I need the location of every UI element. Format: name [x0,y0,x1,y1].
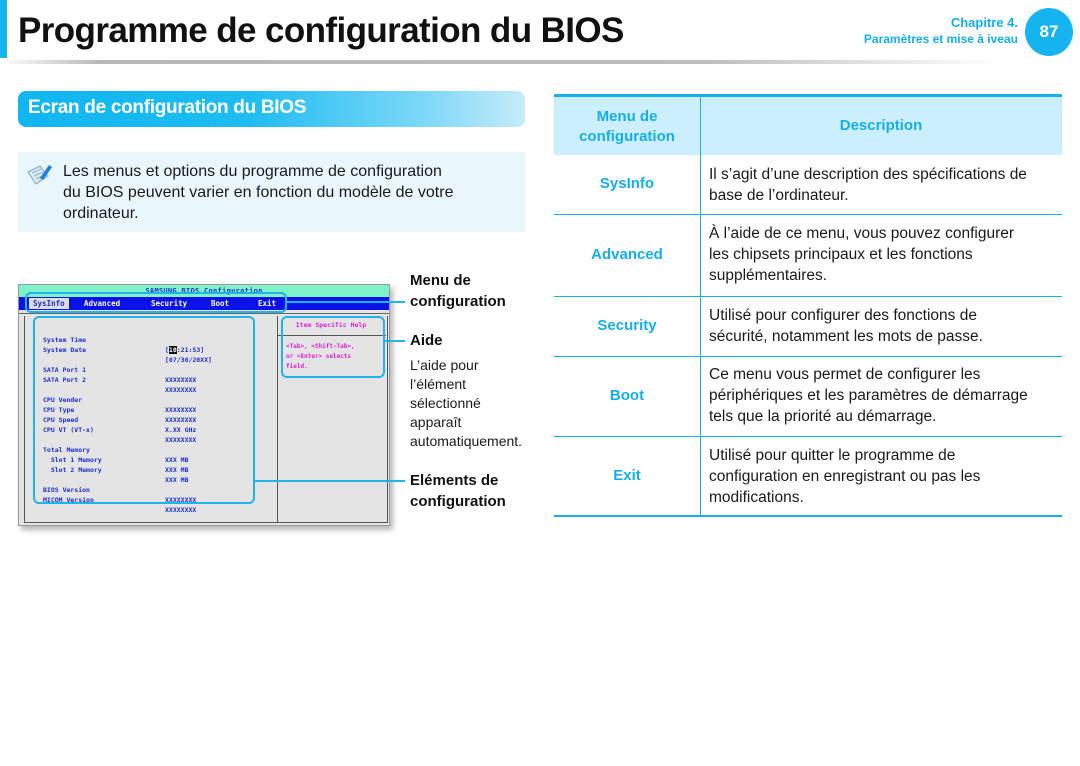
callout-help-description: L’aide pour l’élément sélectionné appara… [410,356,522,451]
note-pencil-icon [27,165,52,185]
table-header-menu-line: configuration [579,128,675,145]
callout-label-items: Eléments de configuration [410,470,506,512]
bios-item-value: XXXXXXXX [165,506,197,514]
callout-box-help [281,316,385,378]
table-cell-description: Ce menu vous permet de configurer les pé… [709,364,1059,427]
description-line: Ce menu vous permet de configurer les [709,366,981,383]
description-line: Utilisé pour quitter le programme de [709,447,956,464]
callout-line-menu [287,301,405,303]
callout-box-menu [25,292,287,313]
table-cell-menu: Exit [613,467,641,484]
description-line: Il s’agit d’une description des spécific… [709,166,1027,183]
note-line: du BIOS peuvent varier en fonction du mo… [63,184,454,201]
section-heading-text: Ecran de configuration du BIOS [28,97,307,118]
note-text: Les menus et options du programme de con… [63,161,513,224]
callout-label-menu-line: Menu de [410,272,471,289]
callout-label-help: Aide [410,332,443,349]
header-accent-bar [0,0,7,58]
table-row: Security Utilisé pour configurer des fon… [554,297,1062,357]
description-line: base de l’ordinateur. [709,187,849,204]
description-line: À l’aide de ce menu, vous pouvez configu… [709,225,1015,242]
table-cell-menu: SysInfo [599,175,655,192]
callout-line-items [253,480,405,482]
table-row: Advanced À l’aide de ce menu, vous pouve… [554,215,1062,297]
table-header-description: Description [839,117,923,134]
page-title: Programme de configuration du BIOS [18,11,624,50]
callout-label-items-line: Eléments de [410,472,499,489]
note-line: ordinateur. [63,205,139,222]
description-line: modifications. [709,489,804,506]
table-cell-menu: Advanced [591,246,663,263]
callout-help-line: apparaît [410,414,462,430]
chapter-label: Chapitre 4. [950,15,1018,30]
callout-help-line: L’aide pour [410,357,479,373]
table-header: Menu de configuration Description [554,97,1062,155]
table-row: SysInfo Il s’agit d’une description des … [554,155,1062,215]
description-line: supplémentaires. [709,267,828,284]
callout-help-line: l’élément [410,376,467,392]
header-divider [0,60,1000,64]
callout-label-menu-line: configuration [410,293,506,310]
section-heading: Ecran de configuration du BIOS [18,91,525,127]
table-cell-description: Utilisé pour quitter le programme de con… [709,445,1059,508]
table-row: Exit Utilisé pour quitter le programme d… [554,437,1062,515]
callout-help-line: automatiquement. [410,433,523,449]
table-row: Boot Ce menu vous permet de configurer l… [554,357,1062,437]
description-line: sécurité, notamment les mots de passe. [709,328,983,345]
table-header-menu: Menu de configuration [554,107,700,147]
callout-help-line: sélectionné [410,395,481,411]
description-line: les chipsets principaux et les fonctions [709,246,973,263]
callout-line-help [383,340,405,342]
page-number-badge: 87 [1025,8,1073,56]
description-line: tels que la priorité au démarrage. [709,408,937,425]
chapter-title: Paramètres et mise à iveau [863,32,1018,46]
description-line: Utilisé pour configurer des fonctions de [709,307,977,324]
description-line: configuration en enregistrant ou pas les [709,468,981,485]
chapter-reference: Chapitre 4. Paramètres et mise à iveau [864,14,1018,48]
table-cell-menu: Boot [609,387,645,404]
bios-column-divider [277,316,278,523]
note-box: Les menus et options du programme de con… [18,152,525,232]
callout-box-items [33,316,255,504]
note-line: Les menus et options du programme de con… [63,163,442,180]
table-cell-description: Il s’agit d’une description des spécific… [709,164,1059,206]
table-bottom-rule [554,515,1062,517]
callout-label-items-line: configuration [410,493,506,510]
table-header-menu-line: Menu de [596,108,658,125]
description-line: périphériques et les paramètres de démar… [709,387,1028,404]
table-cell-menu: Security [597,317,657,334]
table-cell-description: À l’aide de ce menu, vous pouvez configu… [709,223,1059,286]
table-cell-description: Utilisé pour configurer des fonctions de… [709,305,1059,347]
callout-label-menu: Menu de configuration [410,270,506,312]
